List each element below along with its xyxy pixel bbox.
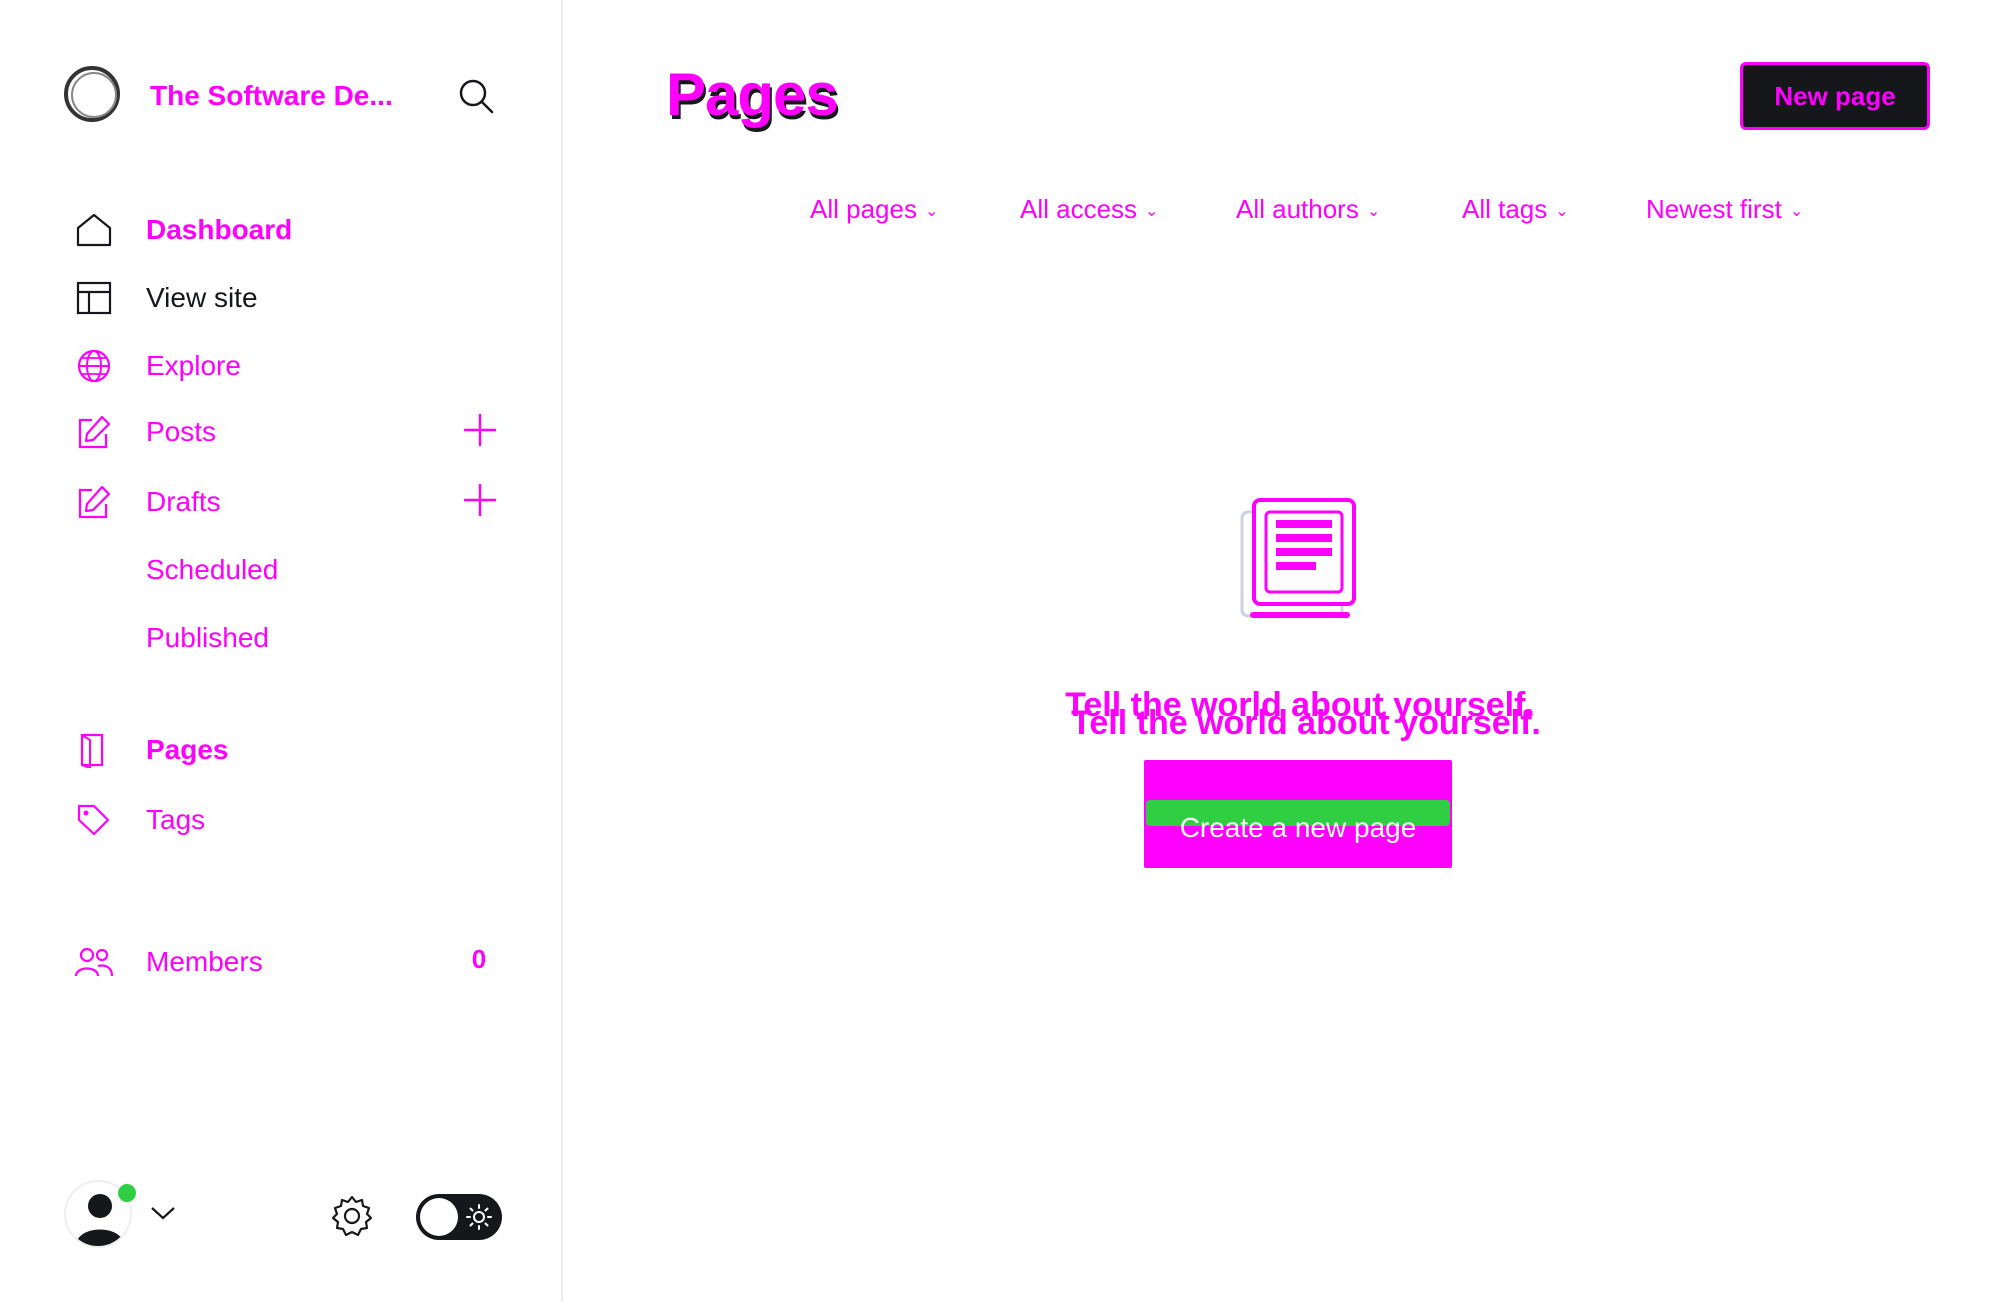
sidebar-item-drafts[interactable]: Drafts	[74, 480, 514, 520]
app-root: The Software De... Dashboard View site E…	[0, 0, 2000, 1302]
filter-access-label: All access	[1020, 194, 1138, 224]
edit-icon	[78, 415, 111, 449]
filter-tags-label: All tags	[1462, 194, 1548, 224]
filter-tags[interactable]: All tags ⌄	[1462, 194, 1569, 225]
home-icon	[76, 213, 112, 247]
gear-icon[interactable]	[330, 1194, 374, 1238]
sidebar-item-label: Explore	[146, 350, 241, 381]
sidebar-item-tags[interactable]: Tags	[74, 798, 514, 838]
pages-illustration-icon	[1240, 498, 1356, 618]
plus-icon[interactable]	[462, 412, 498, 448]
sidebar-subitem-published[interactable]: Published	[146, 622, 269, 654]
chevron-down-icon: ⌄	[1789, 203, 1804, 221]
sidebar-item-label: Drafts	[146, 486, 221, 517]
sidebar-item-label: View site	[146, 282, 258, 313]
search-icon[interactable]	[456, 76, 496, 116]
page-icon	[80, 733, 104, 768]
site-brand[interactable]: The Software De...	[64, 64, 504, 128]
create-page-button[interactable]: Create a new page	[1144, 760, 1452, 868]
sort-order[interactable]: Newest first ⌄	[1646, 194, 1803, 225]
sidebar-item-label: Members	[146, 946, 263, 977]
layout-icon	[76, 281, 112, 315]
sidebar-item-pages[interactable]: Pages	[74, 728, 514, 768]
sort-order-label: Newest first	[1646, 194, 1782, 224]
sidebar-item-view-site[interactable]: View site	[74, 276, 514, 316]
sidebar-item-label: Posts	[146, 416, 217, 447]
theme-toggle[interactable]	[416, 1194, 502, 1240]
sidebar-item-posts[interactable]: Posts	[74, 410, 514, 450]
tag-icon	[77, 804, 110, 836]
sidebar-item-label: Pages	[146, 734, 229, 765]
sidebar-item-explore[interactable]: Explore	[74, 344, 514, 384]
sidebar-item-label: Dashboard	[146, 214, 293, 245]
new-page-button[interactable]: New page	[1740, 62, 1930, 130]
chevron-down-icon[interactable]	[150, 1204, 176, 1222]
filter-type-label: All pages	[810, 194, 917, 224]
site-title: The Software De...	[150, 80, 393, 111]
plus-icon[interactable]	[462, 482, 498, 518]
chevron-down-icon: ⌄	[1145, 203, 1159, 221]
sidebar-item-label: Tags	[146, 804, 206, 835]
filter-authors-label: All authors	[1236, 194, 1359, 224]
sidebar-subitem-scheduled[interactable]: Scheduled	[146, 554, 278, 586]
empty-state-message: Tell the world about yourself.	[1065, 686, 1535, 724]
toggle-knob	[420, 1198, 458, 1236]
sun-icon	[466, 1204, 492, 1230]
edit-icon	[78, 485, 111, 519]
create-page-button-label: Create a new page	[1179, 812, 1417, 843]
filter-authors[interactable]: All authors ⌄	[1236, 194, 1380, 225]
globe-icon	[77, 349, 111, 383]
members-icon	[74, 947, 114, 977]
sidebar: The Software De... Dashboard View site E…	[0, 0, 563, 1302]
page-title: Pages	[666, 61, 839, 128]
filter-bar: All pages ⌄ All access ⌄ All authors ⌄ All …	[810, 194, 1960, 234]
chevron-down-icon: ⌄	[1555, 203, 1569, 221]
site-logo	[64, 66, 120, 122]
sidebar-item-members[interactable]: Members 0	[74, 940, 514, 980]
chevron-down-icon: ⌄	[924, 203, 939, 221]
sidebar-item-dashboard[interactable]: Dashboard	[74, 208, 514, 248]
filter-type[interactable]: All pages ⌄	[810, 194, 938, 225]
chevron-down-icon: ⌄	[1366, 203, 1381, 221]
online-status-dot	[116, 1182, 138, 1204]
members-count-badge: 0	[471, 943, 487, 974]
filter-access[interactable]: All access ⌄	[1020, 194, 1158, 225]
